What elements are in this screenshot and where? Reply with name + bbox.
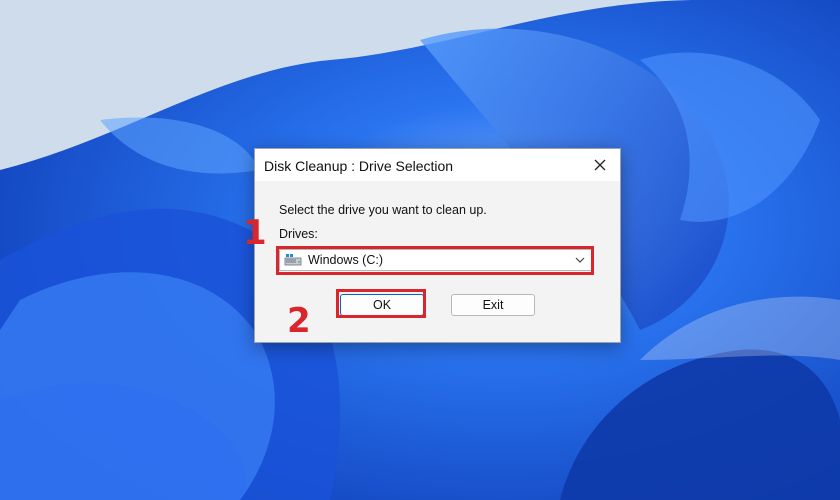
- desktop: Disk Cleanup : Drive Selection Select th…: [0, 0, 840, 500]
- drives-label: Drives:: [279, 227, 318, 241]
- close-button[interactable]: [580, 149, 620, 181]
- selected-drive: Windows (C:): [308, 253, 384, 267]
- drive-select[interactable]: Windows (C:): [279, 249, 592, 271]
- drive-icon: [284, 254, 302, 266]
- close-icon: [594, 159, 606, 171]
- step-2-marker: 2: [287, 301, 311, 341]
- dialog-title: Disk Cleanup : Drive Selection: [264, 158, 454, 174]
- dialog-titlebar: Disk Cleanup : Drive Selection: [255, 149, 620, 181]
- step-1-marker: 1: [243, 213, 267, 253]
- exit-button[interactable]: Exit: [451, 294, 535, 316]
- ok-button[interactable]: OK: [340, 294, 424, 316]
- chevron-down-icon: [575, 257, 585, 263]
- instruction-text: Select the drive you want to clean up.: [279, 203, 487, 217]
